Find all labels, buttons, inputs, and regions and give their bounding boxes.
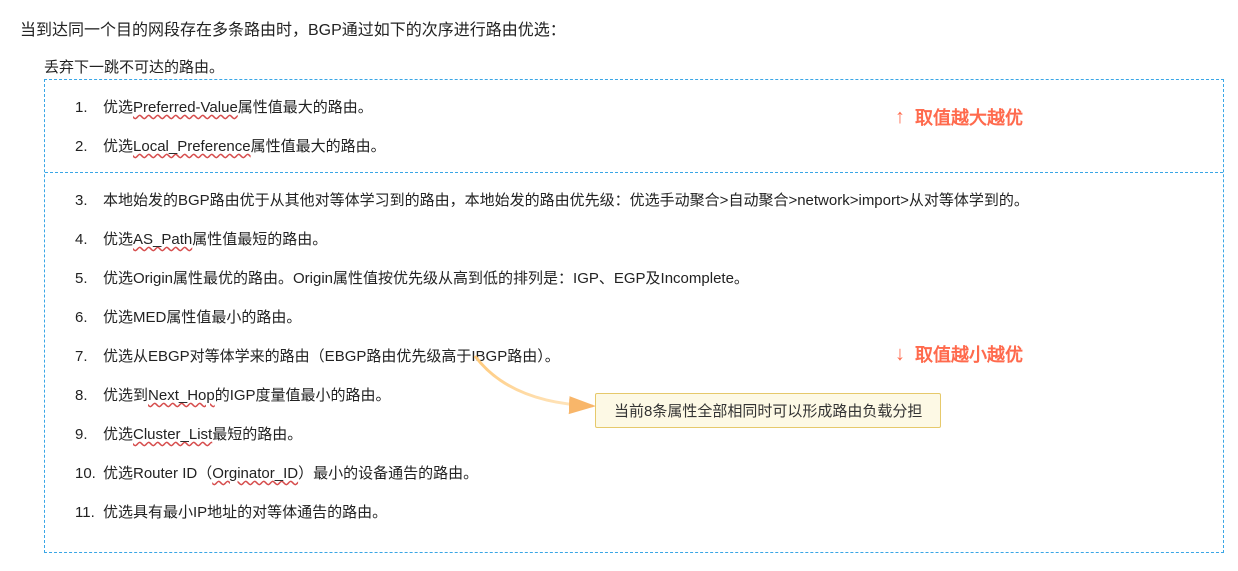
item-text: 优选Preferred-Value属性值最大的路由。 xyxy=(103,94,373,121)
item-text: 优选Origin属性最优的路由。Origin属性值按优先级从高到低的排列是：IG… xyxy=(103,265,749,292)
list-item: 2. 优选Local_Preference属性值最大的路由。 xyxy=(45,127,1223,166)
item-text: 优选具有最小IP地址的对等体通告的路由。 xyxy=(103,499,387,526)
item-num: 6. xyxy=(75,304,103,331)
list-item: 6. 优选MED属性值最小的路由。 xyxy=(45,298,1223,337)
arrow-down-icon: ↓ xyxy=(895,343,905,366)
item-text: 优选从EBGP对等体学来的路由（EBGP路由优先级高于IBGP路由）。 xyxy=(103,343,560,370)
list-item: 7. 优选从EBGP对等体学来的路由（EBGP路由优先级高于IBGP路由）。 xyxy=(45,337,1223,376)
annotation-text: 取值越小越优 xyxy=(915,341,1023,367)
callout-box: 当前8条属性全部相同时可以形成路由负载分担 xyxy=(595,393,941,428)
discard-line: 丢弃下一跳不可达的路由。 xyxy=(44,56,1218,77)
annotation-text: 取值越大越优 xyxy=(915,104,1023,130)
item-text: 优选Local_Preference属性值最大的路由。 xyxy=(103,133,386,160)
item-num: 9. xyxy=(75,421,103,448)
item-num: 10. xyxy=(75,460,103,487)
item-num: 8. xyxy=(75,382,103,409)
list-item: 1. 优选Preferred-Value属性值最大的路由。 xyxy=(45,88,1223,127)
top-group: 1. 优选Preferred-Value属性值最大的路由。 2. 优选Local… xyxy=(45,80,1223,173)
page-title: 当到达同一个目的网段存在多条路由时，BGP通过如下的次序进行路由优选： xyxy=(20,16,1218,40)
item-text: 本地始发的BGP路由优于从其他对等体学习到的路由，本地始发的路由优先级：优选手动… xyxy=(103,187,1029,214)
list-item: 5. 优选Origin属性最优的路由。Origin属性值按优先级从高到低的排列是… xyxy=(45,259,1223,298)
bottom-group: 3. 本地始发的BGP路由优于从其他对等体学习到的路由，本地始发的路由优先级：优… xyxy=(45,173,1223,552)
item-num: 3. xyxy=(75,187,103,214)
arrow-up-icon: ↑ xyxy=(895,106,905,129)
annotation-higher-better: ↑ 取值越大越优 xyxy=(895,104,1023,130)
item-text: 优选AS_Path属性值最短的路由。 xyxy=(103,226,327,253)
annotation-lower-better: ↓ 取值越小越优 xyxy=(895,341,1023,367)
item-text: 优选Router ID（Orginator_ID）最小的设备通告的路由。 xyxy=(103,460,478,487)
rules-container: 1. 优选Preferred-Value属性值最大的路由。 2. 优选Local… xyxy=(44,79,1224,553)
list-item: 11. 优选具有最小IP地址的对等体通告的路由。 xyxy=(45,493,1223,532)
item-num: 11. xyxy=(75,499,103,526)
item-num: 2. xyxy=(75,133,103,160)
item-num: 4. xyxy=(75,226,103,253)
list-item: 10. 优选Router ID（Orginator_ID）最小的设备通告的路由。 xyxy=(45,454,1223,493)
list-item: 3. 本地始发的BGP路由优于从其他对等体学习到的路由，本地始发的路由优先级：优… xyxy=(45,181,1223,220)
item-num: 7. xyxy=(75,343,103,370)
item-text: 优选MED属性值最小的路由。 xyxy=(103,304,301,331)
item-num: 5. xyxy=(75,265,103,292)
item-text: 优选到Next_Hop的IGP度量值最小的路由。 xyxy=(103,382,391,409)
list-item: 4. 优选AS_Path属性值最短的路由。 xyxy=(45,220,1223,259)
item-text: 优选Cluster_List最短的路由。 xyxy=(103,421,302,448)
item-num: 1. xyxy=(75,94,103,121)
